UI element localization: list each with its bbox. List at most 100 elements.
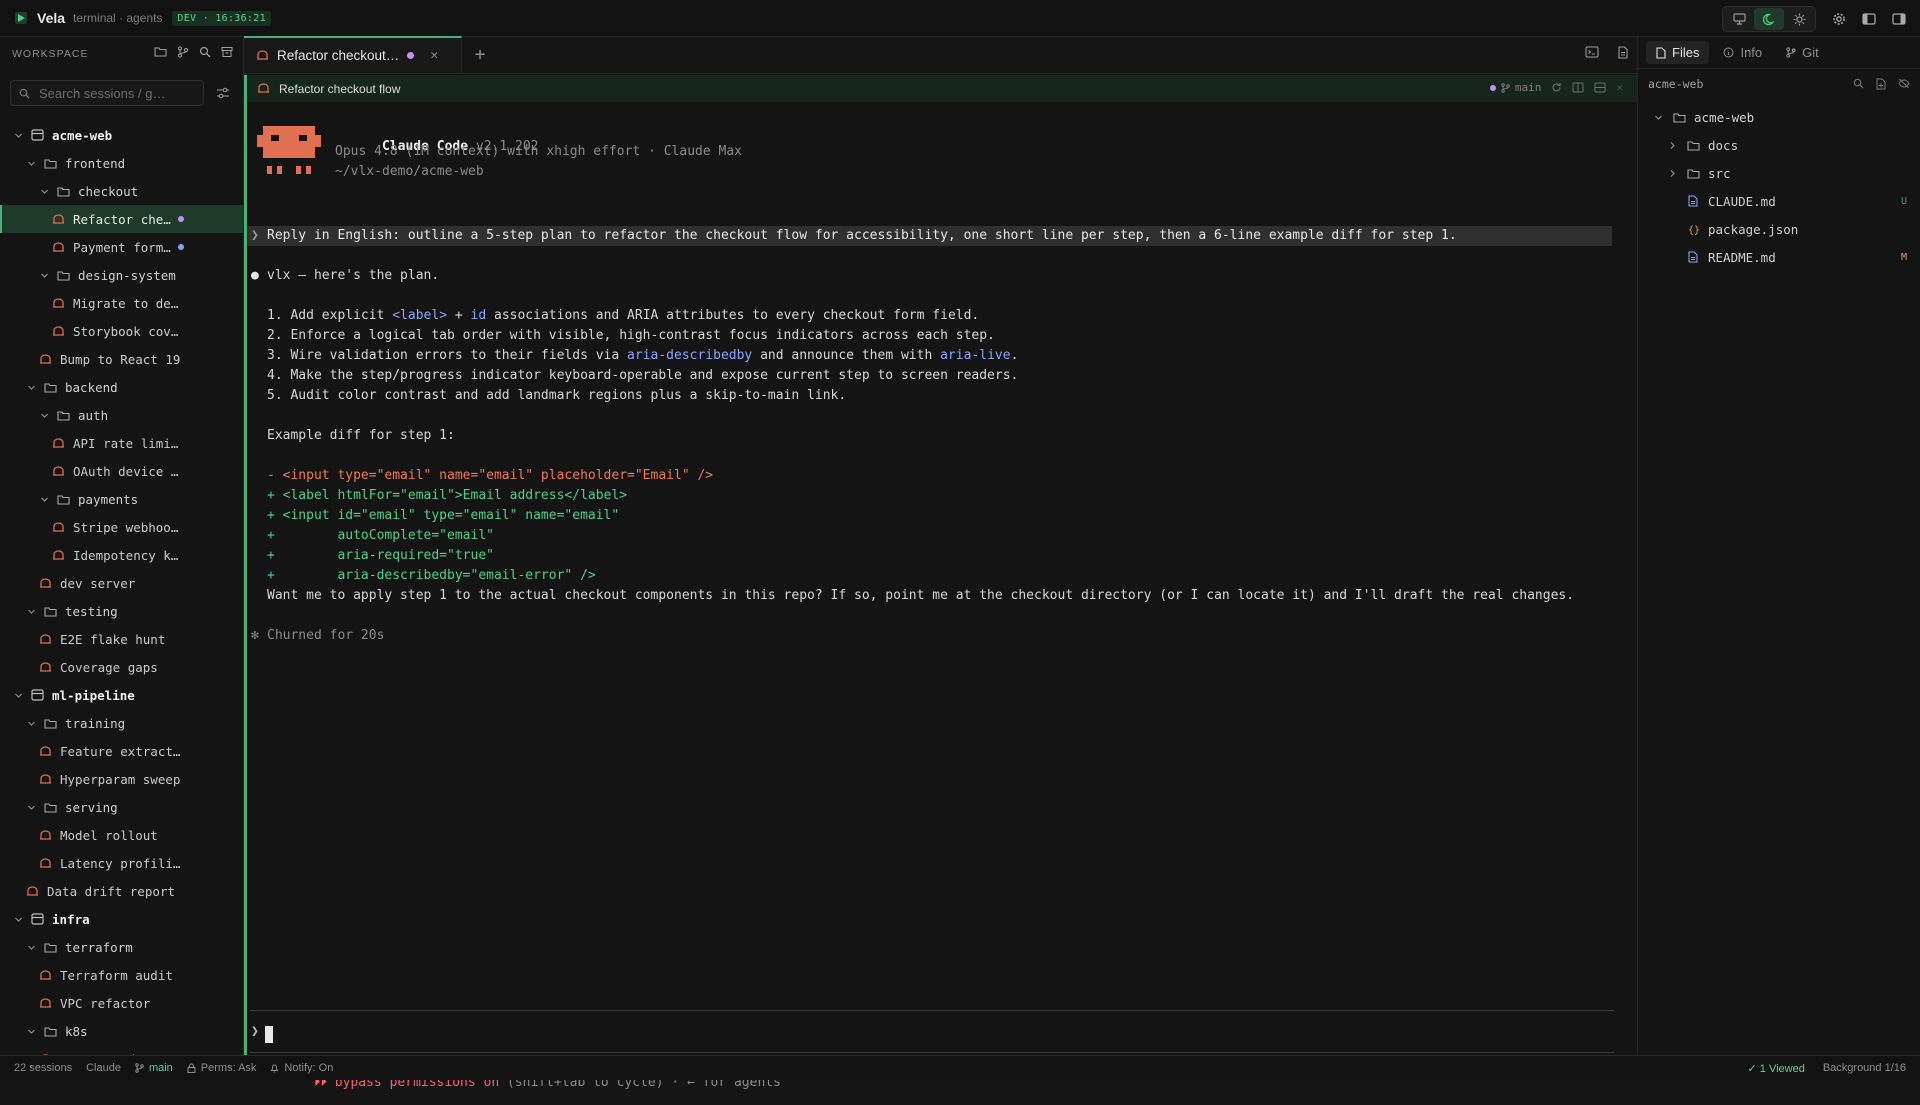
chevron-down-icon[interactable] bbox=[38, 187, 50, 196]
tree-folder-design-system[interactable]: design-system bbox=[0, 261, 243, 289]
tab-git[interactable]: Git bbox=[1776, 41, 1829, 64]
document-icon[interactable] bbox=[1617, 46, 1629, 59]
file-item-src[interactable]: src bbox=[1638, 159, 1920, 187]
branch-status[interactable]: main bbox=[135, 1062, 173, 1074]
terminal-icon[interactable] bbox=[1585, 46, 1599, 59]
tree-folder-backend[interactable]: backend bbox=[0, 373, 243, 401]
new-tab-button[interactable]: + bbox=[462, 36, 498, 73]
moon-icon[interactable] bbox=[1754, 8, 1784, 30]
file-item-claude-md[interactable]: CLAUDE.md U bbox=[1638, 187, 1920, 215]
chevron-down-icon[interactable] bbox=[38, 495, 50, 504]
prompt-input[interactable]: ❯ bbox=[250, 1010, 1614, 1052]
new-file-icon[interactable] bbox=[1876, 78, 1886, 90]
split-vertical-icon[interactable] bbox=[1572, 82, 1584, 93]
tree-folder-frontend[interactable]: frontend bbox=[0, 149, 243, 177]
folder-icon bbox=[56, 494, 70, 505]
git-branch-icon[interactable] bbox=[177, 46, 189, 58]
session-item-dev-server[interactable]: dev server bbox=[0, 569, 243, 597]
session-item-model-rollout[interactable]: Model rollout bbox=[0, 821, 243, 849]
chevron-down-icon[interactable] bbox=[38, 411, 50, 420]
new-folder-icon[interactable] bbox=[154, 46, 167, 58]
session-search-input[interactable] bbox=[37, 84, 197, 102]
session-item-bump-to-react-19[interactable]: Bump to React 19 bbox=[0, 345, 243, 373]
tree-folder-training[interactable]: training bbox=[0, 709, 243, 737]
search-icon[interactable] bbox=[1853, 78, 1864, 90]
session-item-refactor-che[interactable]: Refactor che… bbox=[0, 205, 243, 233]
viewed-status[interactable]: ✓ 1 Viewed bbox=[1747, 1062, 1804, 1075]
sun-icon[interactable] bbox=[1784, 8, 1814, 30]
tree-folder-checkout[interactable]: checkout bbox=[0, 177, 243, 205]
chevron-down-icon[interactable] bbox=[25, 383, 37, 392]
text-cursor bbox=[265, 1026, 273, 1043]
split-horizontal-icon[interactable] bbox=[1594, 82, 1606, 93]
session-item-hyperparam-sweep[interactable]: Hyperparam sweep bbox=[0, 765, 243, 793]
tab-files[interactable]: Files bbox=[1646, 41, 1710, 64]
tree-project-infra[interactable]: infra bbox=[0, 905, 243, 933]
archive-icon[interactable] bbox=[221, 46, 233, 58]
tree-folder-auth[interactable]: auth bbox=[0, 401, 243, 429]
sidebar-right-icon[interactable] bbox=[1886, 7, 1912, 31]
tree-folder-testing[interactable]: testing bbox=[0, 597, 243, 625]
chevron-right-icon[interactable] bbox=[1666, 169, 1678, 178]
tree-folder-payments[interactable]: payments bbox=[0, 485, 243, 513]
notify-status[interactable]: Notify: On bbox=[270, 1062, 333, 1074]
chevron-down-icon[interactable] bbox=[25, 159, 37, 168]
tree-item-label: terraform bbox=[65, 939, 133, 955]
terminal-output[interactable]: Claude Code v2.1.202 Opus 4.8 (1M contex… bbox=[244, 102, 1637, 1090]
monitor-icon[interactable] bbox=[1724, 8, 1754, 30]
session-item-migrate-to-de[interactable]: Migrate to de… bbox=[0, 289, 243, 317]
eye-off-icon[interactable] bbox=[1898, 78, 1910, 90]
chevron-down-icon[interactable] bbox=[12, 915, 24, 924]
tree-item-label: Coverage gaps bbox=[60, 659, 158, 675]
session-item-oauth-device[interactable]: OAuth device … bbox=[0, 457, 243, 485]
chevron-down-icon[interactable] bbox=[25, 719, 37, 728]
chevron-down-icon[interactable] bbox=[1652, 113, 1664, 122]
tree-project-acme-web[interactable]: acme-web bbox=[0, 121, 243, 149]
background-status[interactable]: Background 1/16 bbox=[1823, 1062, 1906, 1075]
sidebar-left-icon[interactable] bbox=[1856, 7, 1882, 31]
search-icon[interactable] bbox=[199, 46, 211, 58]
file-item-readme-md[interactable]: README.md M bbox=[1638, 243, 1920, 271]
file-label: acme-web bbox=[1694, 109, 1755, 125]
chevron-down-icon[interactable] bbox=[25, 803, 37, 812]
session-item-vpc-refactor[interactable]: VPC refactor bbox=[0, 989, 243, 1017]
tree-project-ml-pipeline[interactable]: ml-pipeline bbox=[0, 681, 243, 709]
file-item-acme-web[interactable]: acme-web bbox=[1638, 103, 1920, 131]
session-item-e2e-flake-hunt[interactable]: E2E flake hunt bbox=[0, 625, 243, 653]
chevron-down-icon[interactable] bbox=[38, 271, 50, 280]
perms-status[interactable]: Perms: Ask bbox=[187, 1062, 256, 1074]
chevron-down-icon[interactable] bbox=[12, 131, 24, 140]
gear-icon[interactable] bbox=[1826, 7, 1852, 31]
chevron-right-icon[interactable] bbox=[1666, 141, 1678, 150]
close-icon[interactable]: ✕ bbox=[1616, 81, 1623, 94]
refresh-icon[interactable] bbox=[1551, 82, 1562, 93]
folder-icon bbox=[1686, 140, 1700, 151]
git-status-badge: M bbox=[1900, 251, 1907, 263]
session-item-data-drift-report[interactable]: Data drift report bbox=[0, 877, 243, 905]
tree-folder-serving[interactable]: serving bbox=[0, 793, 243, 821]
tab-refactor-checkout[interactable]: Refactor checkout… ✕ bbox=[244, 36, 462, 73]
tree-folder-terraform[interactable]: terraform bbox=[0, 933, 243, 961]
file-item-docs[interactable]: docs bbox=[1638, 131, 1920, 159]
session-item-coverage-gaps[interactable]: Coverage gaps bbox=[0, 653, 243, 681]
session-item-storybook-cov[interactable]: Storybook cov… bbox=[0, 317, 243, 345]
chevron-down-icon[interactable] bbox=[25, 1027, 37, 1036]
session-item-api-rate-limi[interactable]: API rate limi… bbox=[0, 429, 243, 457]
session-item-stripe-webhoo[interactable]: Stripe webhoo… bbox=[0, 513, 243, 541]
session-item-feature-extract[interactable]: Feature extract… bbox=[0, 737, 243, 765]
chevron-down-icon[interactable] bbox=[25, 943, 37, 952]
session-item-terraform-audit[interactable]: Terraform audit bbox=[0, 961, 243, 989]
close-icon[interactable]: ✕ bbox=[430, 48, 438, 63]
code-token: <label> bbox=[392, 308, 448, 323]
session-item-idempotency-k[interactable]: Idempotency k… bbox=[0, 541, 243, 569]
chevron-down-icon[interactable] bbox=[25, 607, 37, 616]
tree-folder-k8s[interactable]: k8s bbox=[0, 1017, 243, 1045]
tree-item-label: Refactor che… bbox=[73, 211, 171, 227]
session-item-payment-form[interactable]: Payment form… bbox=[0, 233, 243, 261]
session-item-latency-profili[interactable]: Latency profili… bbox=[0, 849, 243, 877]
chevron-down-icon[interactable] bbox=[12, 691, 24, 700]
filter-icon[interactable] bbox=[214, 84, 232, 102]
tab-info[interactable]: Info bbox=[1713, 41, 1772, 64]
session-item-k8s-upgrade[interactable]: K8s upgrade bbox=[0, 1045, 243, 1055]
file-item-package-json[interactable]: {} package.json bbox=[1638, 215, 1920, 243]
